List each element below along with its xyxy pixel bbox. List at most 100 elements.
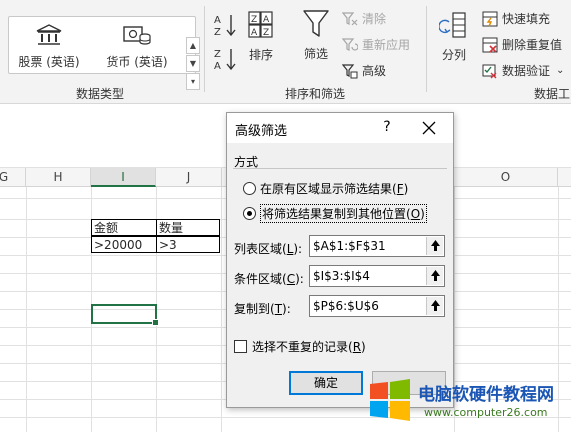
filter-label: 筛选 xyxy=(303,47,328,61)
list-range-label: 列表区域(L): xyxy=(234,242,303,256)
currency-label: 货币 (英语) xyxy=(106,55,168,69)
remove-duplicates-label: 删除重复值 xyxy=(502,38,563,52)
radio-filter-in-place[interactable]: 在原有区域显示筛选结果(F) xyxy=(243,180,408,197)
chevron-down-icon[interactable]: ⌄ xyxy=(556,65,564,76)
sort-label: 排序 xyxy=(248,48,273,62)
clear-label: 清除 xyxy=(362,12,387,26)
gallery-more-icon[interactable]: ▾ xyxy=(186,73,200,90)
cell-j4[interactable]: >3 xyxy=(156,236,220,253)
criteria-range-input[interactable]: $I$3:$I$4 xyxy=(309,265,445,287)
column-header-g[interactable]: G xyxy=(0,168,26,187)
flash-fill-label: 快速填充 xyxy=(502,12,551,26)
data-tools-group-label: 数据工 xyxy=(534,87,571,101)
ribbon: 股票 (英语) 货币 (英语) ▲ ▼ ▾ 数据类型 A Z Z A Z A A… xyxy=(0,0,571,104)
advanced-filter-dialog: 高级筛选 ? 方式 在原有区域显示筛选结果(F) 将筛选结果复制到其他位置(O)… xyxy=(226,112,454,408)
sort-descending-button[interactable]: Z A xyxy=(212,46,238,75)
copy-to-value: $P$6:$U$6 xyxy=(313,299,379,313)
column-header-p[interactable]: P xyxy=(558,168,571,187)
gallery-scroll: ▲ ▼ ▾ xyxy=(186,37,200,90)
radio-button[interactable] xyxy=(243,182,256,195)
cell-j3[interactable]: 数量 xyxy=(156,219,220,236)
data-validation-button[interactable]: 数据验证 ⌄ xyxy=(482,62,564,79)
svg-text:A: A xyxy=(214,61,221,72)
watermark-url: www.computer26.com xyxy=(424,406,548,419)
radio-copy-to-location[interactable]: 将筛选结果复制到其他位置(O) xyxy=(243,204,427,223)
group-separator xyxy=(204,6,205,92)
advanced-filter-button[interactable]: 高级 xyxy=(342,62,386,79)
criteria-range-label: 条件区域(C): xyxy=(234,272,304,286)
data-types-group-label: 数据类型 xyxy=(76,87,125,101)
list-range-input[interactable]: $A$1:$F$31 xyxy=(309,235,445,257)
advanced-label: 高级 xyxy=(362,64,387,78)
flash-fill-button[interactable]: 快速填充 xyxy=(482,10,550,27)
copy-to-label: 复制到(T): xyxy=(234,302,291,316)
close-icon[interactable] xyxy=(421,120,437,136)
list-range-collapse-button[interactable] xyxy=(426,237,443,255)
gallery-up-icon[interactable]: ▲ xyxy=(186,37,200,54)
split-columns-icon xyxy=(438,12,466,38)
bank-icon xyxy=(36,24,62,45)
criteria-range-collapse-button[interactable] xyxy=(426,267,443,285)
sort-dialog-icon: Z A A Z xyxy=(248,11,273,38)
stocks-label: 股票 (英语) xyxy=(18,55,80,69)
gallery-down-icon[interactable]: ▼ xyxy=(186,55,200,72)
collapse-dialog-icon xyxy=(431,300,440,311)
list-range-value: $A$1:$F$31 xyxy=(313,239,386,253)
sort-filter-group-label: 排序和筛选 xyxy=(285,87,346,101)
remove-duplicates-button[interactable]: 删除重复值 xyxy=(482,36,562,53)
criteria-range-value: $I$3:$I$4 xyxy=(313,269,370,283)
reapply-icon xyxy=(342,37,358,51)
data-types-gallery: 股票 (英语) 货币 (英语) ▲ ▼ ▾ xyxy=(8,16,200,90)
column-header-j[interactable]: J xyxy=(156,168,222,187)
help-icon[interactable]: ? xyxy=(379,119,395,135)
stocks-button[interactable]: 股票 (英语) xyxy=(13,23,85,70)
svg-text:A: A xyxy=(263,15,270,25)
radio-button-checked[interactable] xyxy=(243,207,256,220)
currency-icon xyxy=(123,26,151,45)
sort-ascending-button[interactable]: A Z xyxy=(212,12,238,41)
svg-text:A: A xyxy=(214,15,221,26)
svg-text:Z: Z xyxy=(214,27,221,38)
svg-text:Z: Z xyxy=(251,15,257,25)
remove-duplicates-icon xyxy=(482,37,498,53)
svg-text:Z: Z xyxy=(263,28,269,38)
filter-icon xyxy=(303,10,329,37)
watermark-title: 电脑软硬件教程网 xyxy=(418,385,554,405)
cell-i3[interactable]: 金额 xyxy=(91,219,157,236)
clear-filter-button[interactable]: 清除 xyxy=(342,10,386,27)
collapse-dialog-icon xyxy=(431,270,440,281)
text-to-columns-button[interactable]: 分列 xyxy=(434,10,474,63)
collapse-dialog-icon xyxy=(431,240,440,251)
windows-logo-icon xyxy=(370,379,410,421)
unique-records-checkbox[interactable] xyxy=(234,340,247,353)
active-cell-selection[interactable] xyxy=(91,304,159,326)
column-header-h[interactable]: H xyxy=(26,168,91,187)
radio-copy-to-location-label: 将筛选结果复制到其他位置(O) xyxy=(260,204,427,223)
dialog-title: 高级筛选 xyxy=(235,124,288,139)
group-separator xyxy=(426,6,427,92)
section-divider xyxy=(233,168,447,169)
reapply-button[interactable]: 重新应用 xyxy=(342,36,410,53)
copy-to-input[interactable]: $P$6:$U$6 xyxy=(309,295,445,317)
column-header-i[interactable]: I xyxy=(91,168,156,187)
reapply-label: 重新应用 xyxy=(362,38,411,52)
copy-to-collapse-button[interactable] xyxy=(426,297,443,315)
ok-button[interactable]: 确定 xyxy=(289,371,363,395)
advanced-filter-icon xyxy=(342,63,358,78)
unique-records-checkbox-row[interactable]: 选择不重复的记录(R) xyxy=(234,338,366,355)
sort-descending-icon: Z A xyxy=(214,49,236,72)
split-label: 分列 xyxy=(441,48,466,62)
currency-button[interactable]: 货币 (英语) xyxy=(101,23,173,70)
svg-text:Z: Z xyxy=(214,49,221,60)
sort-button[interactable]: Z A A Z 排序 xyxy=(243,10,279,63)
dialog-titlebar[interactable]: 高级筛选 ? xyxy=(227,113,453,143)
flash-fill-icon xyxy=(482,11,498,26)
watermark: 电脑软硬件教程网 www.computer26.com xyxy=(368,376,568,428)
column-header-o[interactable]: O xyxy=(454,168,558,187)
unique-records-label: 选择不重复的记录(R) xyxy=(252,340,366,354)
radio-filter-in-place-label: 在原有区域显示筛选结果(F) xyxy=(260,182,409,196)
svg-text:A: A xyxy=(251,28,258,38)
clear-filter-icon xyxy=(342,11,358,25)
cell-i4[interactable]: >20000 xyxy=(91,236,157,253)
filter-button[interactable]: 筛选 xyxy=(296,8,336,62)
